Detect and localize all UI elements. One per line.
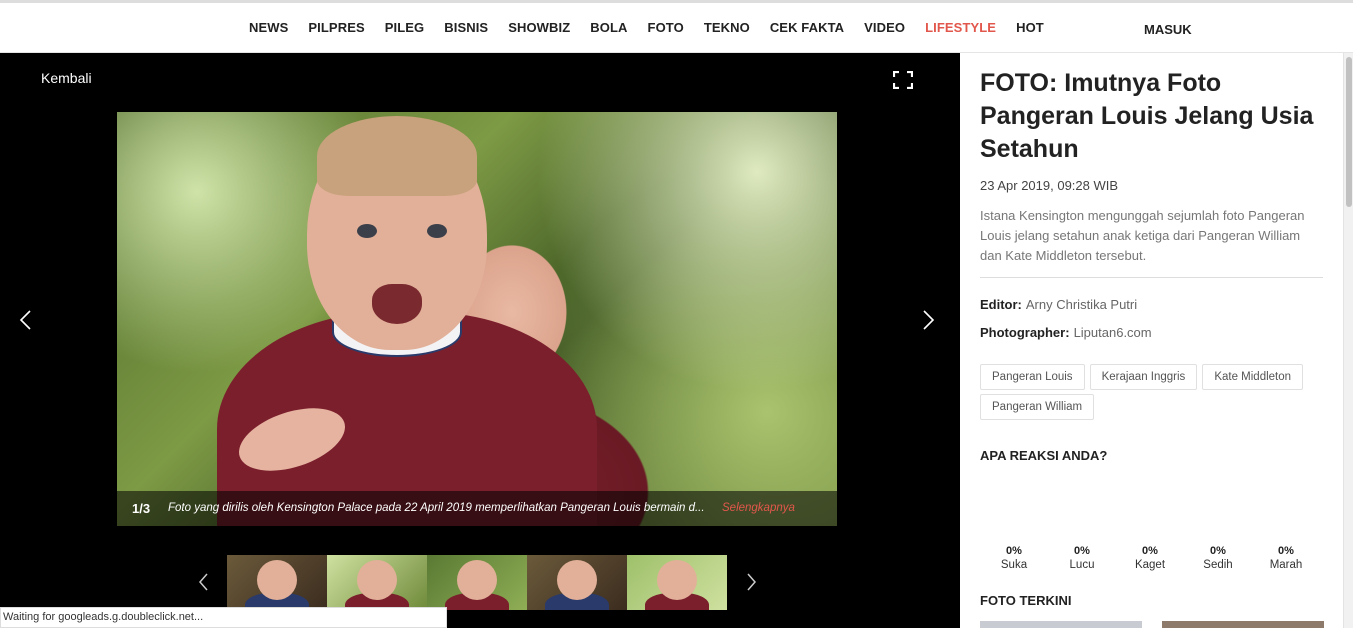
nav-item-pileg[interactable]: PILEG <box>385 20 425 35</box>
photo-eye-left <box>357 224 377 238</box>
thumbnail[interactable] <box>527 555 627 610</box>
tag-list: Pangeran Louis Kerajaan Inggris Kate Mid… <box>980 364 1330 424</box>
main-navigation: NEWS PILPRES PILEG BISNIS SHOWBIZ BOLA F… <box>0 3 1353 53</box>
thumbnail-next-icon[interactable] <box>744 572 758 592</box>
nav-item-lifestyle[interactable]: LIFESTYLE <box>925 20 996 35</box>
main-photo <box>117 112 837 526</box>
photo-counter: 1/3 <box>132 501 151 516</box>
thumbnail-prev-icon[interactable] <box>197 572 211 592</box>
photographer-label: Photographer: <box>980 325 1070 340</box>
photographer-name[interactable]: Liputan6.com <box>1074 325 1152 340</box>
photo-eye-right <box>427 224 447 238</box>
reaction-sedih[interactable]: 0% Sedih <box>1184 545 1252 571</box>
reaction-percent: 0% <box>1210 545 1226 557</box>
latest-photo-thumbnail[interactable] <box>980 621 1142 628</box>
reactions-heading: APA REAKSI ANDA? <box>980 448 1108 463</box>
reaction-label: Marah <box>1269 559 1303 571</box>
reaction-suka[interactable]: 0% Suka <box>980 545 1048 571</box>
editor-name[interactable]: Arny Christika Putri <box>1026 297 1137 312</box>
nav-item-news[interactable]: NEWS <box>249 20 288 35</box>
read-more-link[interactable]: Selengkapnya <box>722 502 795 514</box>
nav-item-hot[interactable]: HOT <box>1016 20 1044 35</box>
reaction-lucu[interactable]: 0% Lucu <box>1048 545 1116 571</box>
editor-label: Editor: <box>980 297 1022 312</box>
tag-pangeran-william[interactable]: Pangeran William <box>980 394 1095 420</box>
previous-photo-icon[interactable] <box>16 308 36 332</box>
photo-hair <box>317 116 477 196</box>
nav-item-video[interactable]: VIDEO <box>864 20 905 35</box>
editor-info: Editor: Arny Christika Putri <box>980 297 1137 312</box>
login-link[interactable]: MASUK <box>1144 22 1192 37</box>
nav-item-foto[interactable]: FOTO <box>648 20 684 35</box>
nav-item-pilpres[interactable]: PILPRES <box>308 20 364 35</box>
photo-caption-bar: 1/3 Foto yang dirilis oleh Kensington Pa… <box>117 491 837 526</box>
thumbnail-strip <box>227 555 727 610</box>
latest-photos-heading: FOTO TERKINI <box>980 593 1072 608</box>
next-photo-icon[interactable] <box>918 308 938 332</box>
nav-item-bisnis[interactable]: BISNIS <box>444 20 488 35</box>
nav-item-tekno[interactable]: TEKNO <box>704 20 750 35</box>
reaction-label: Suka <box>1000 559 1028 571</box>
reaction-percent: 0% <box>1278 545 1294 557</box>
divider <box>980 277 1323 278</box>
thumbnail[interactable] <box>227 555 327 610</box>
nav-item-cek-fakta[interactable]: CEK FAKTA <box>770 20 844 35</box>
reaction-percent: 0% <box>1142 545 1158 557</box>
article-title: FOTO: Imutnya Foto Pangeran Louis Jelang… <box>980 69 1314 163</box>
nav-item-bola[interactable]: BOLA <box>590 20 627 35</box>
reaction-percent: 0% <box>1006 545 1022 557</box>
photo-caption: Foto yang dirilis oleh Kensington Palace… <box>168 502 705 514</box>
nav-item-showbiz[interactable]: SHOWBIZ <box>508 20 570 35</box>
article-sidebar: FOTO: Imutnya Foto Pangeran Louis Jelang… <box>960 53 1343 628</box>
photographer-info: Photographer: Liputan6.com <box>980 325 1152 340</box>
reaction-marah[interactable]: 0% Marah <box>1252 545 1320 571</box>
article-date: 23 Apr 2019, 09:28 WIB <box>980 178 1119 193</box>
reaction-percent: 0% <box>1074 545 1090 557</box>
photo-mouth <box>372 284 422 324</box>
back-link[interactable]: Kembali <box>41 70 92 86</box>
article-summary: Istana Kensington mengunggah sejumlah fo… <box>980 208 1305 263</box>
fullscreen-icon[interactable] <box>893 71 913 89</box>
reaction-kaget[interactable]: 0% Kaget <box>1116 545 1184 571</box>
nav-menu: NEWS PILPRES PILEG BISNIS SHOWBIZ BOLA F… <box>249 20 1064 35</box>
photo-viewer: Kembali 1/3 Foto yang dirilis oleh Kensi… <box>0 53 960 628</box>
tag-pangeran-louis[interactable]: Pangeran Louis <box>980 364 1085 390</box>
reactions-list: 0% Suka 0% Lucu 0% Kaget 0% Sedih 0% Mar… <box>980 545 1320 571</box>
tag-kerajaan-inggris[interactable]: Kerajaan Inggris <box>1089 364 1198 390</box>
reaction-label: Lucu <box>1069 559 1095 571</box>
reaction-label: Kaget <box>1134 559 1166 571</box>
page-scrollbar[interactable] <box>1343 53 1353 628</box>
scrollbar-thumb[interactable] <box>1346 57 1352 207</box>
thumbnail[interactable] <box>327 555 427 610</box>
tag-kate-middleton[interactable]: Kate Middleton <box>1202 364 1304 390</box>
thumbnail[interactable] <box>627 555 727 610</box>
thumbnail[interactable] <box>427 555 527 610</box>
reaction-label: Sedih <box>1203 559 1233 571</box>
browser-status-bar: Waiting for googleads.g.doubleclick.net.… <box>0 607 447 628</box>
latest-photo-thumbnail[interactable] <box>1162 621 1324 628</box>
